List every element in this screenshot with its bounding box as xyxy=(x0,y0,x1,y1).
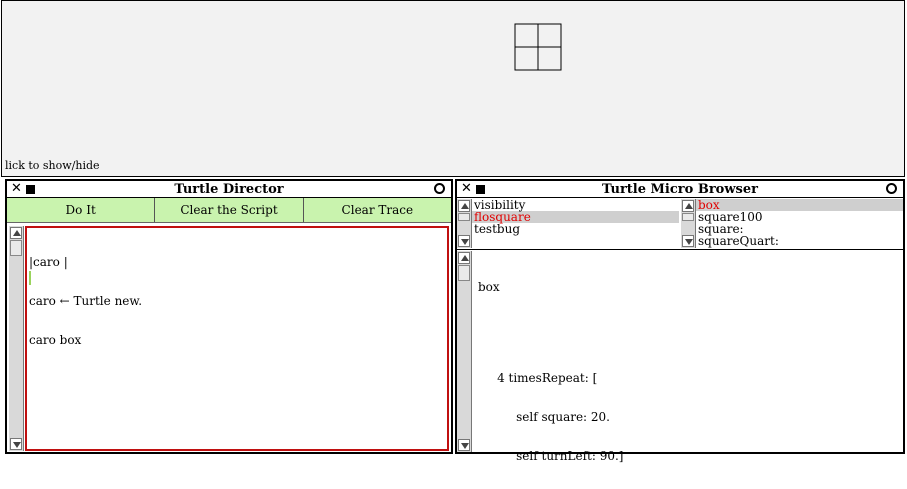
turtle-square-drawing xyxy=(514,23,562,71)
show-hide-hint[interactable]: lick to show/hide xyxy=(5,159,100,172)
scroll-up-icon[interactable] xyxy=(10,227,22,239)
director-button-bar: Do It Clear the Script Clear Trace xyxy=(7,198,451,223)
method-code-pane[interactable]: box 4 timesRepeat: [ self square: 20. se… xyxy=(473,251,903,463)
script-line: caro box xyxy=(29,333,82,347)
method-scrollbar[interactable] xyxy=(681,199,696,248)
code-scrollbar[interactable] xyxy=(457,251,472,452)
director-titlebar[interactable]: ✕ Turtle Director xyxy=(7,181,451,198)
list-item-squarequart[interactable]: squareQuart: xyxy=(696,235,903,247)
turtle-micro-browser-window[interactable]: ✕ Turtle Micro Browser visibility flosqu… xyxy=(455,179,905,463)
code-line: self turnLeft: 90.] xyxy=(478,449,624,463)
browser-title: Turtle Micro Browser xyxy=(602,181,758,197)
script-text: |caro | caro ← Turtle new. caro box xyxy=(29,230,142,373)
category-list[interactable]: visibility flosquare testbug xyxy=(472,199,679,248)
script-line: caro ← Turtle new. xyxy=(29,294,143,308)
turtle-director-window[interactable]: ✕ Turtle Director Do It Clear the Script… xyxy=(5,179,453,454)
code-line: 4 timesRepeat: [ xyxy=(478,371,598,385)
scroll-thumb[interactable] xyxy=(458,213,470,221)
browser-titlebar[interactable]: ✕ Turtle Micro Browser xyxy=(457,181,903,198)
scroll-thumb[interactable] xyxy=(10,240,22,256)
list-item-testbug[interactable]: testbug xyxy=(472,223,679,235)
list-divider xyxy=(457,249,903,250)
script-line: |caro | xyxy=(29,255,68,269)
scroll-down-icon[interactable] xyxy=(458,235,470,247)
scroll-up-icon[interactable] xyxy=(458,200,470,212)
category-scrollbar[interactable] xyxy=(457,199,472,248)
scroll-down-icon[interactable] xyxy=(10,438,22,450)
clear-trace-button[interactable]: Clear Trace xyxy=(303,198,451,222)
director-scrollbar[interactable] xyxy=(9,226,24,451)
code-line: self square: 20. xyxy=(478,410,610,424)
method-list[interactable]: box square100 square: squareQuart: xyxy=(696,199,903,248)
scroll-down-icon[interactable] xyxy=(682,235,694,247)
expand-icon[interactable] xyxy=(886,183,897,194)
scroll-thumb[interactable] xyxy=(458,265,470,281)
clear-script-button[interactable]: Clear the Script xyxy=(155,198,304,222)
turtle-canvas[interactable]: lick to show/hide xyxy=(1,0,905,177)
scroll-up-icon[interactable] xyxy=(458,252,470,264)
text-cursor xyxy=(29,271,31,285)
code-line: box xyxy=(478,280,500,294)
scroll-thumb[interactable] xyxy=(682,213,694,221)
director-title: Turtle Director xyxy=(174,181,284,197)
scroll-up-icon[interactable] xyxy=(682,200,694,212)
scroll-down-icon[interactable] xyxy=(458,439,470,451)
script-editor[interactable]: |caro | caro ← Turtle new. caro box xyxy=(25,226,449,451)
expand-icon[interactable] xyxy=(434,183,445,194)
world-desktop: lick to show/hide ✕ Turtle Director Do I… xyxy=(0,0,907,463)
do-it-button[interactable]: Do It xyxy=(7,198,156,222)
